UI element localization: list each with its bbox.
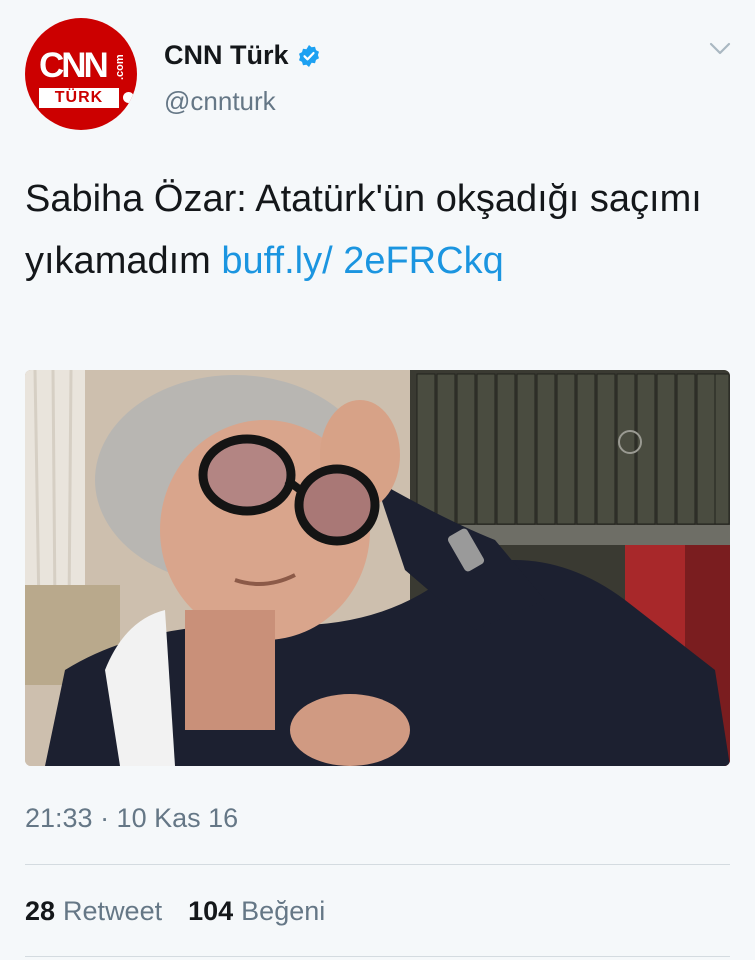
avatar-logo-com: .com (114, 54, 126, 80)
avatar-logo-text: CNN (39, 46, 109, 85)
verified-badge-icon (298, 44, 319, 67)
avatar-logo-dot (123, 92, 134, 103)
retweet-label: Retweet (63, 896, 163, 926)
photo-illustration (25, 370, 730, 766)
like-label: Beğeni (241, 896, 326, 926)
display-name[interactable]: CNN Türk (164, 40, 289, 71)
tweet-header: CNN .com TÜRK CNN Türk @cnnturk (0, 0, 755, 140)
tweet-timestamp[interactable]: 21:33 · 10 Kas 16 (25, 803, 238, 834)
name-row: CNN Türk (164, 40, 321, 71)
divider (25, 864, 730, 865)
like-stat[interactable]: 104 Beğeni (188, 896, 325, 927)
avatar-logo-sub: TÜRK (39, 88, 119, 108)
chevron-down-icon[interactable] (708, 40, 732, 58)
retweet-stat[interactable]: 28 Retweet (25, 896, 162, 927)
like-count: 104 (188, 896, 234, 926)
avatar[interactable]: CNN .com TÜRK (25, 18, 137, 130)
retweet-count: 28 (25, 896, 56, 926)
tweet-link[interactable]: buff.ly/ 2eFRCkq (221, 240, 503, 282)
tweet-media-photo[interactable] (25, 370, 730, 766)
divider-bottom (25, 956, 730, 957)
account-handle[interactable]: @cnnturk (164, 86, 276, 117)
tweet-text: Sabiha Özar: Atatürk'ün okşadığı saçımı … (25, 168, 725, 292)
tweet-stats: 28 Retweet 104 Beğeni (25, 896, 351, 927)
